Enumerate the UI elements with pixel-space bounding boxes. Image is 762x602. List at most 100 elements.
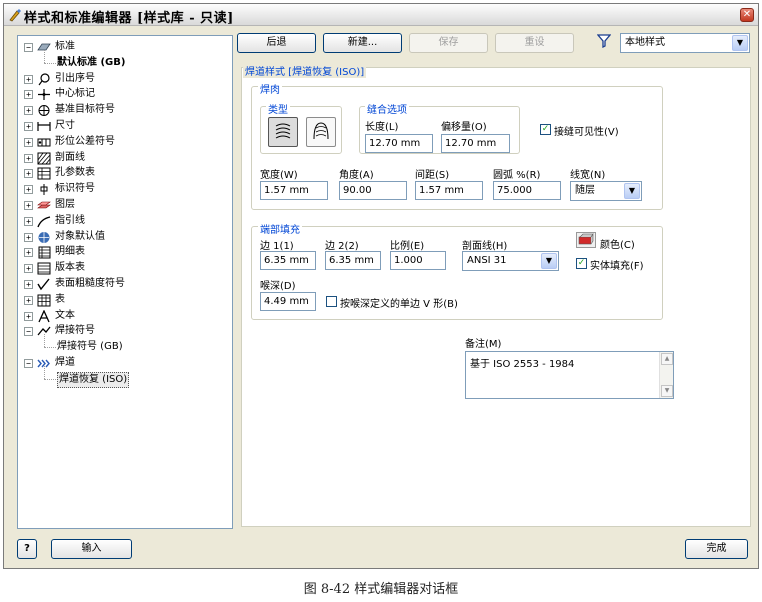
tree-node[interactable]: + 文本: [18, 309, 232, 324]
tree-node-label: 基准目标符号: [55, 104, 115, 116]
scroll-down-icon[interactable]: ▼: [661, 385, 673, 397]
expand-icon[interactable]: +: [24, 185, 33, 195]
color-button[interactable]: [576, 232, 596, 248]
line-width-dropdown[interactable]: 随层 ▼: [570, 181, 642, 201]
done-button[interactable]: 完成: [685, 539, 748, 559]
new-button[interactable]: 新建...: [323, 33, 402, 53]
type-group-title: 类型: [266, 101, 290, 116]
tree-node[interactable]: + 对象默认值: [18, 230, 232, 245]
window-title: 样式和标准编辑器 [样式库 - 只读]: [24, 11, 234, 26]
offset-field[interactable]: 12.70 mm: [441, 134, 510, 153]
title-bar[interactable]: 样式和标准编辑器 [样式库 - 只读] ✕: [4, 4, 758, 26]
tree-node[interactable]: + 明细表: [18, 245, 232, 260]
reset-button[interactable]: 重设: [495, 33, 574, 53]
weld-type-button-1[interactable]: [268, 117, 298, 147]
expand-icon[interactable]: +: [24, 216, 33, 226]
style-editor-dialog: 样式和标准编辑器 [样式库 - 只读] ✕ − 标准 默认标准 (GB) + 引出序号 +…: [3, 3, 759, 569]
seam-visibility-checkbox[interactable]: ✓: [540, 124, 551, 135]
tree-connector: [44, 347, 56, 349]
expand-icon[interactable]: +: [24, 295, 33, 305]
tree-node[interactable]: − 焊接符号: [18, 324, 232, 339]
figure-caption: 图 8-42 样式编辑器对话框: [303, 582, 459, 597]
notes-textarea[interactable]: 基于 ISO 2553 - 1984 ▲ ▼: [465, 351, 674, 399]
tree-connector: [44, 378, 56, 380]
revision-table-icon: [37, 262, 51, 275]
expand-icon[interactable]: +: [24, 153, 33, 163]
tree-node[interactable]: + 剖面线: [18, 151, 232, 166]
tree-node[interactable]: + 标识符号: [18, 182, 232, 197]
id-symbol-icon: [40, 184, 48, 196]
tree-node[interactable]: + 指引线: [18, 214, 232, 229]
tree-leaf[interactable]: 默认标准 (GB): [18, 49, 232, 71]
tree-node[interactable]: + 引出序号: [18, 72, 232, 87]
back-button[interactable]: 后退: [237, 33, 316, 53]
expand-icon[interactable]: +: [24, 90, 33, 100]
expand-icon[interactable]: +: [24, 311, 33, 321]
hatch-icon: [37, 152, 51, 165]
notes-scrollbar[interactable]: ▲ ▼: [659, 352, 673, 398]
side1-field[interactable]: 6.35 mm: [260, 251, 316, 270]
tree-connector: [44, 49, 45, 63]
ratio-field[interactable]: 1.000: [390, 251, 446, 270]
length-field[interactable]: 12.70 mm: [365, 134, 433, 153]
expand-icon[interactable]: +: [24, 137, 33, 147]
expand-icon[interactable]: +: [24, 74, 33, 84]
collapse-icon[interactable]: −: [24, 43, 33, 52]
stitch-options-title: 缝合选项: [365, 101, 409, 116]
spacing-field[interactable]: 1.57 mm: [415, 181, 483, 200]
style-tree[interactable]: − 标准 默认标准 (GB) + 引出序号 + 中心标记 + 基准目标符号 + 尺寸 + 形位公差符号 +…: [17, 35, 233, 529]
end-fill-group-title: 端部填充: [258, 221, 302, 236]
tree-leaf[interactable]: 焊接符号 (GB): [18, 334, 232, 355]
tree-node[interactable]: + 中心标记: [18, 87, 232, 102]
arc-percent-field[interactable]: 75.000: [493, 181, 561, 200]
chevron-down-icon: ▼: [732, 35, 748, 51]
datum-target-icon: [38, 105, 50, 117]
hatch-dropdown[interactable]: ANSI 31 ▼: [462, 251, 559, 271]
expand-icon[interactable]: +: [24, 122, 33, 131]
tree-node[interactable]: + 表面粗糙度符号: [18, 277, 232, 292]
notes-value: 基于 ISO 2553 - 1984: [470, 359, 575, 370]
line-width-value: 随层: [575, 185, 595, 196]
depth-field[interactable]: 4.49 mm: [260, 292, 316, 311]
expand-icon[interactable]: +: [24, 201, 33, 210]
tree-node[interactable]: + 尺寸: [18, 119, 232, 134]
expand-icon[interactable]: +: [24, 232, 33, 242]
hatch-value: ANSI 31: [467, 255, 507, 266]
tree-node-label: 明细表: [55, 246, 85, 258]
collapse-icon[interactable]: −: [24, 359, 33, 368]
tree-node[interactable]: + 版本表: [18, 261, 232, 276]
tree-node[interactable]: + 孔参数表: [18, 166, 232, 181]
tree-connector: [44, 365, 45, 379]
width-field[interactable]: 1.57 mm: [260, 181, 328, 200]
angle-field[interactable]: 90.00: [339, 181, 407, 200]
solid-fill-checkbox[interactable]: ✓: [576, 258, 587, 269]
collapse-icon[interactable]: −: [24, 327, 33, 337]
scroll-up-icon[interactable]: ▲: [661, 353, 673, 365]
leader-icon: [37, 216, 51, 228]
save-button[interactable]: 保存: [409, 33, 488, 53]
tree-node[interactable]: − 焊道: [18, 356, 232, 371]
tree-node[interactable]: + 基准目标符号: [18, 103, 232, 118]
object-defaults-icon: [38, 231, 50, 243]
expand-icon[interactable]: +: [24, 248, 33, 258]
tree-node[interactable]: + 形位公差符号: [18, 135, 232, 150]
tree-leaf[interactable]: 焊道恢复 (ISO): [18, 365, 232, 388]
expand-icon[interactable]: +: [24, 169, 33, 179]
tree-node-label: 中心标记: [55, 88, 95, 100]
table-icon: [37, 294, 51, 307]
weld-type-button-2[interactable]: [306, 117, 336, 147]
tree-node[interactable]: + 图层: [18, 198, 232, 213]
close-button[interactable]: ✕: [740, 8, 754, 22]
expand-icon[interactable]: +: [24, 264, 33, 274]
tree-node-label: 对象默认值: [55, 230, 105, 242]
expand-icon[interactable]: +: [24, 280, 33, 289]
side2-field[interactable]: 6.35 mm: [325, 251, 381, 270]
help-button[interactable]: ?: [17, 539, 37, 559]
import-button[interactable]: 输入: [51, 539, 132, 559]
expand-icon[interactable]: +: [24, 106, 33, 116]
v-shape-checkbox[interactable]: [326, 296, 337, 307]
style-filter-dropdown[interactable]: 本地样式 ▼: [620, 33, 750, 53]
tree-node[interactable]: − 标准: [18, 40, 232, 55]
tree-node[interactable]: + 表: [18, 293, 232, 308]
tree-node-label: 尺寸: [55, 120, 75, 131]
